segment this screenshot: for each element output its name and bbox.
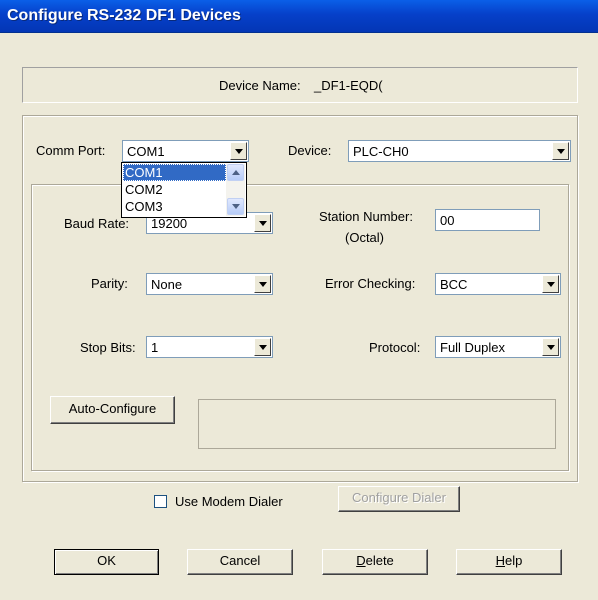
stop-bits-value: 1 bbox=[151, 340, 159, 355]
scroll-up-icon[interactable] bbox=[227, 164, 244, 181]
station-number-label: Station Number: bbox=[319, 209, 413, 224]
use-modem-dialer-label[interactable]: Use Modem Dialer bbox=[175, 494, 283, 509]
comm-port-dropdown-arrow-icon[interactable] bbox=[230, 142, 247, 160]
device-label: Device: bbox=[288, 143, 332, 158]
parity-value: None bbox=[151, 277, 183, 292]
error-checking-label: Error Checking: bbox=[325, 276, 416, 291]
device-name-value: _DF1-EQD( bbox=[314, 78, 383, 93]
protocol-dropdown-arrow-icon[interactable] bbox=[542, 338, 559, 356]
baud-rate-dropdown-arrow-icon[interactable] bbox=[254, 214, 271, 232]
title-bar[interactable]: Configure RS-232 DF1 Devices bbox=[0, 0, 598, 33]
stop-bits-dropdown-arrow-icon[interactable] bbox=[254, 338, 271, 356]
protocol-value: Full Duplex bbox=[440, 340, 506, 355]
comm-port-select[interactable]: COM1 bbox=[122, 140, 249, 162]
parity-select[interactable]: None bbox=[146, 273, 273, 295]
error-checking-select[interactable]: BCC bbox=[435, 273, 561, 295]
comm-port-dropdown-list[interactable]: COM1 COM2 COM3 bbox=[121, 162, 247, 218]
dropdown-option-com1[interactable]: COM1 bbox=[123, 164, 226, 181]
device-value: PLC-CH0 bbox=[353, 144, 409, 159]
error-checking-value: BCC bbox=[440, 277, 468, 292]
help-label-rest: elp bbox=[505, 553, 523, 568]
configure-dialer-button[interactable]: Configure Dialer bbox=[338, 486, 460, 512]
station-number-input[interactable]: 00 bbox=[435, 209, 540, 231]
baud-rate-label: Baud Rate: bbox=[64, 216, 130, 231]
dropdown-option-com2[interactable]: COM2 bbox=[123, 181, 226, 198]
use-modem-dialer-checkbox[interactable] bbox=[154, 495, 167, 508]
device-select[interactable]: PLC-CH0 bbox=[348, 140, 571, 162]
auto-configure-status-panel bbox=[198, 399, 556, 449]
station-number-octal-label: (Octal) bbox=[345, 230, 384, 245]
comm-port-label: Comm Port: bbox=[36, 143, 106, 158]
help-mnemonic: H bbox=[495, 553, 506, 568]
parity-label: Parity: bbox=[91, 276, 128, 291]
error-checking-dropdown-arrow-icon[interactable] bbox=[542, 275, 559, 293]
ok-button[interactable]: OK bbox=[54, 549, 159, 575]
dropdown-option-com3[interactable]: COM3 bbox=[123, 198, 226, 215]
device-dropdown-arrow-icon[interactable] bbox=[552, 142, 569, 160]
device-name-label: Device Name: bbox=[219, 78, 301, 93]
cancel-button[interactable]: Cancel bbox=[187, 549, 293, 575]
station-number-value: 00 bbox=[440, 213, 455, 228]
stop-bits-label: Stop Bits: bbox=[80, 340, 136, 355]
protocol-select[interactable]: Full Duplex bbox=[435, 336, 561, 358]
window-title: Configure RS-232 DF1 Devices bbox=[7, 7, 241, 24]
auto-configure-button[interactable]: Auto-Configure bbox=[50, 396, 175, 424]
delete-mnemonic: D bbox=[356, 553, 366, 568]
dropdown-scrollbar[interactable] bbox=[226, 164, 245, 216]
help-button[interactable]: Help bbox=[456, 549, 562, 575]
baud-rate-value: 19200 bbox=[151, 216, 188, 231]
protocol-label: Protocol: bbox=[369, 340, 421, 355]
delete-label-rest: elete bbox=[365, 553, 394, 568]
comm-port-value: COM1 bbox=[127, 144, 165, 159]
stop-bits-select[interactable]: 1 bbox=[146, 336, 273, 358]
parity-dropdown-arrow-icon[interactable] bbox=[254, 275, 271, 293]
scroll-down-icon[interactable] bbox=[227, 198, 244, 215]
delete-button[interactable]: Delete bbox=[322, 549, 428, 575]
